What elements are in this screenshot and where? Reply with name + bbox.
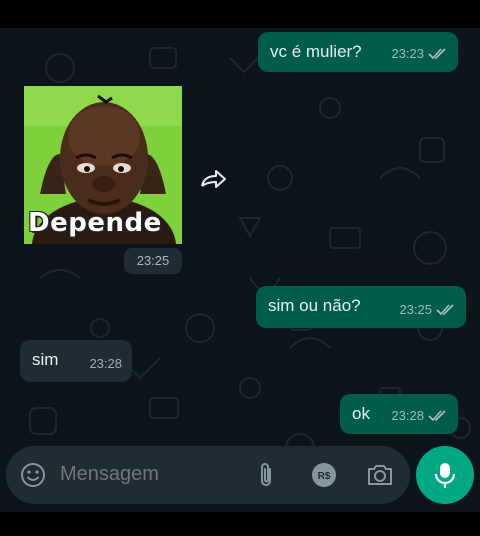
forward-icon[interactable] [200,168,228,190]
message-input[interactable] [60,463,240,486]
message-bubble-incoming[interactable]: sim 23:28 [20,340,132,382]
message-bubble-outgoing[interactable]: ok 23:28 [340,394,458,434]
message-time: 23:25 [124,248,182,274]
message-text: sim [32,350,59,369]
message-text: ok [352,404,370,423]
message-bubble-outgoing[interactable]: vc é mulier? 23:23 [258,32,458,72]
double-check-icon [428,410,446,422]
message-meta: 23:23 [391,44,448,64]
message-bubble-outgoing[interactable]: sim ou não? 23:25 [256,286,466,328]
sticker-message[interactable]: Depende [24,86,182,244]
message-time: 23:25 [399,302,432,317]
emoji-icon[interactable] [20,462,46,488]
payment-symbol: R$ [318,471,331,482]
microphone-icon [434,463,456,488]
message-text: vc é mulier? [270,42,362,61]
message-composer: R$ [6,446,410,504]
message-meta: 23:25 [399,300,456,320]
message-time: 23:28 [391,408,424,423]
double-check-icon [428,48,446,60]
voice-message-button[interactable] [416,446,474,504]
sticker-caption: Depende [28,208,162,238]
payment-icon[interactable]: R$ [311,462,337,488]
paperclip-icon[interactable] [254,461,278,489]
double-check-icon [436,304,454,316]
message-text: sim ou não? [268,296,361,315]
navigation-bar [0,512,480,536]
message-time: 23:28 [89,356,122,371]
message-meta: 23:28 [89,354,122,374]
camera-icon[interactable] [366,462,394,488]
status-bar [0,0,480,28]
message-time: 23:23 [391,46,424,61]
message-meta: 23:28 [391,406,448,426]
